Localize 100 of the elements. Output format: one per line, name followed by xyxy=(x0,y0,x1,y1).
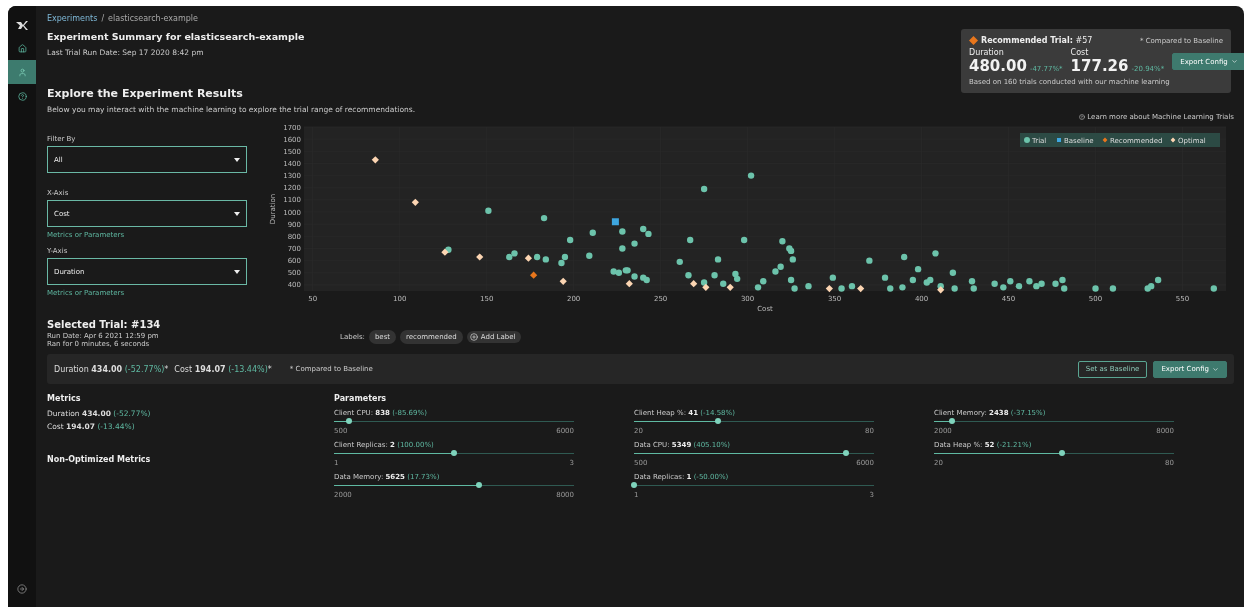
trial-point[interactable] xyxy=(1148,282,1155,290)
trial-point[interactable] xyxy=(700,279,708,286)
trial-point[interactable] xyxy=(1026,278,1033,285)
trial-point[interactable] xyxy=(619,228,626,235)
trial-point[interactable] xyxy=(900,253,908,261)
trial-point[interactable] xyxy=(772,268,779,275)
trial-point[interactable] xyxy=(1061,285,1068,292)
slider-thumb[interactable] xyxy=(451,450,457,456)
trial-point[interactable] xyxy=(1033,282,1040,290)
trial-point[interactable] xyxy=(760,278,767,285)
trial-point[interactable] xyxy=(511,250,518,257)
trial-point[interactable] xyxy=(566,236,574,244)
help-icon xyxy=(1079,114,1086,120)
trial-point[interactable] xyxy=(1015,282,1023,290)
trial-point[interactable] xyxy=(631,240,638,247)
optimal-point[interactable] xyxy=(937,286,945,294)
trial-point[interactable] xyxy=(740,236,748,244)
optimal-point[interactable] xyxy=(726,283,734,291)
trial-point[interactable] xyxy=(1052,280,1059,287)
trial-point[interactable] xyxy=(640,225,647,233)
trial-point[interactable] xyxy=(676,258,683,266)
trial-point[interactable] xyxy=(586,252,593,259)
trial-point[interactable] xyxy=(866,257,873,264)
trial-point[interactable] xyxy=(615,269,623,276)
trial-point[interactable] xyxy=(1210,285,1217,292)
trial-point[interactable] xyxy=(881,274,889,281)
trial-point[interactable] xyxy=(506,253,513,261)
trial-point[interactable] xyxy=(909,276,917,284)
optimal-point[interactable] xyxy=(441,248,449,256)
trial-point[interactable] xyxy=(789,256,797,263)
trial-point[interactable] xyxy=(777,263,784,270)
trial-point[interactable] xyxy=(951,285,958,292)
recommended-point[interactable] xyxy=(530,271,538,279)
optimal-point[interactable] xyxy=(559,277,567,285)
slider-thumb[interactable] xyxy=(948,418,955,424)
trial-point[interactable] xyxy=(932,250,939,257)
trial-point[interactable] xyxy=(1038,280,1045,287)
trial-point[interactable] xyxy=(848,282,856,290)
trial-point[interactable] xyxy=(991,280,998,287)
trial-point[interactable] xyxy=(949,269,957,276)
optimal-point[interactable] xyxy=(411,198,419,206)
trial-point[interactable] xyxy=(714,256,722,263)
optimal-point[interactable] xyxy=(625,280,633,288)
trial-point[interactable] xyxy=(685,272,692,279)
optimal-point[interactable] xyxy=(857,284,865,293)
trial-point[interactable] xyxy=(720,280,727,287)
trial-point[interactable] xyxy=(687,236,694,244)
slider-thumb[interactable] xyxy=(1058,450,1065,456)
trial-point[interactable] xyxy=(624,267,631,274)
expand-icon[interactable] xyxy=(17,584,27,594)
trial-point[interactable] xyxy=(899,284,906,291)
trial-point[interactable] xyxy=(747,172,755,179)
trial-point[interactable] xyxy=(1000,284,1007,291)
slider-thumb[interactable] xyxy=(631,482,637,488)
trial-point[interactable] xyxy=(732,270,739,278)
optimal-point[interactable] xyxy=(690,280,698,288)
optimal-point[interactable] xyxy=(371,156,379,164)
optimal-point[interactable] xyxy=(702,283,710,291)
trial-point[interactable] xyxy=(610,268,617,275)
breadcrumb-link[interactable]: Experiments xyxy=(47,14,98,23)
trial-point[interactable] xyxy=(805,282,812,290)
trial-point[interactable] xyxy=(533,253,541,261)
trial-point[interactable] xyxy=(643,276,650,284)
slider-thumb[interactable] xyxy=(715,418,721,424)
trial-point[interactable] xyxy=(779,238,786,245)
trial-point[interactable] xyxy=(733,275,741,283)
trial-point[interactable] xyxy=(968,278,976,285)
trial-point[interactable] xyxy=(619,245,626,252)
trial-point[interactable] xyxy=(540,214,548,222)
slider-thumb[interactable] xyxy=(842,450,849,456)
trial-point[interactable] xyxy=(542,256,549,263)
optimal-point[interactable] xyxy=(524,254,532,262)
trial-point[interactable] xyxy=(1092,285,1099,292)
slider-thumb[interactable] xyxy=(345,418,352,424)
trial-point[interactable] xyxy=(631,273,638,280)
trial-point[interactable] xyxy=(561,253,569,261)
trial-point[interactable] xyxy=(1007,278,1014,285)
trial-point[interactable] xyxy=(589,229,596,236)
trial-point[interactable] xyxy=(829,274,837,281)
trial-point[interactable] xyxy=(485,207,492,214)
trial-point[interactable] xyxy=(1154,276,1162,284)
trial-point[interactable] xyxy=(700,185,708,193)
trial-point[interactable] xyxy=(970,285,977,292)
trial-point[interactable] xyxy=(791,285,798,292)
trial-point[interactable] xyxy=(887,285,894,292)
trial-point[interactable] xyxy=(914,265,922,273)
baseline-point[interactable] xyxy=(611,218,619,226)
trial-point[interactable] xyxy=(558,259,565,267)
optimal-point[interactable] xyxy=(825,284,833,293)
trial-point[interactable] xyxy=(838,285,845,292)
trial-point[interactable] xyxy=(754,284,762,291)
optimal-point[interactable] xyxy=(476,253,484,261)
trial-point[interactable] xyxy=(927,276,934,284)
trial-point[interactable] xyxy=(787,276,795,284)
trial-point[interactable] xyxy=(711,272,718,279)
trial-point[interactable] xyxy=(1059,276,1066,284)
trial-point[interactable] xyxy=(787,247,795,255)
trial-point[interactable] xyxy=(645,230,652,238)
trial-point[interactable] xyxy=(1109,285,1117,292)
slider-thumb[interactable] xyxy=(475,482,482,488)
